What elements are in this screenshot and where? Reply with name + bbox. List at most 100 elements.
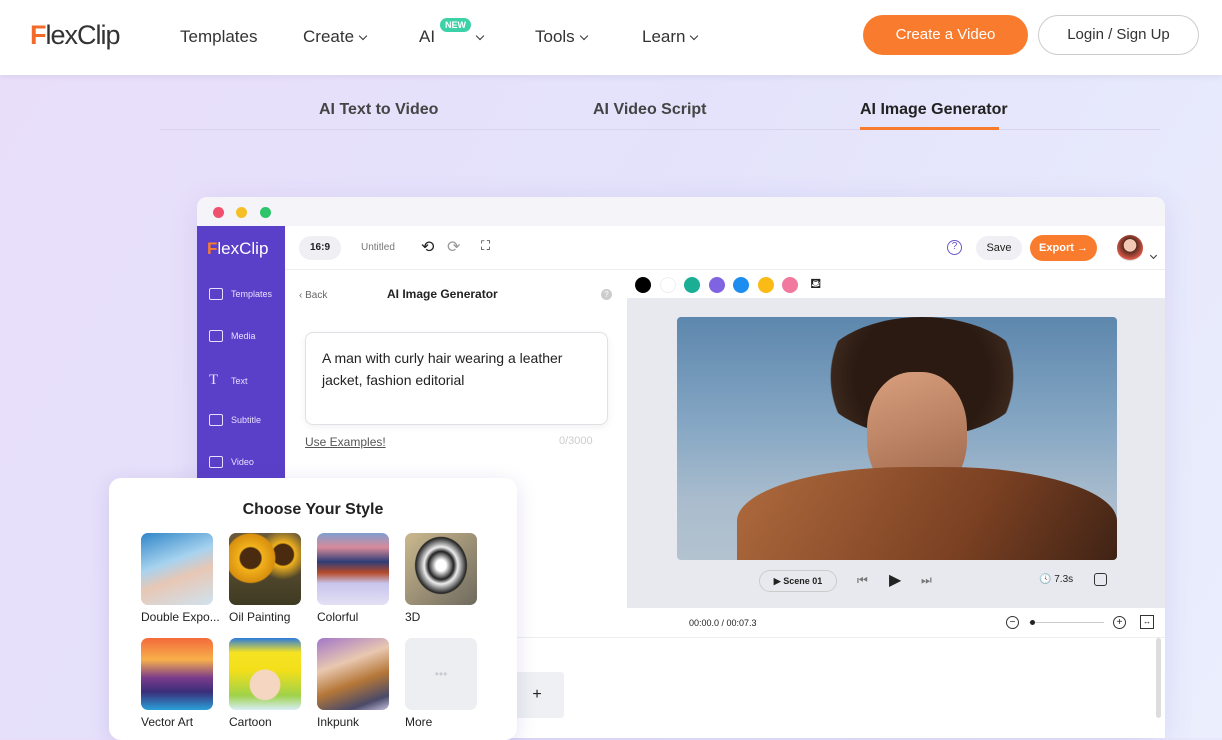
color-palette [627, 270, 1165, 298]
close-dot [213, 207, 224, 218]
style-chooser-title: Choose Your Style [242, 501, 384, 518]
style-label: Colorful [317, 610, 359, 624]
folder-icon [209, 330, 223, 342]
zoom-slider-handle[interactable] [1030, 620, 1035, 625]
next-icon[interactable]: ⏭ [921, 573, 932, 588]
style-label: 3D [405, 610, 421, 624]
flexclip-logo[interactable]: FlexClip [30, 20, 121, 51]
save-button[interactable]: Save [976, 236, 1022, 260]
sidebar-label: Video [231, 457, 254, 467]
color-swatch[interactable] [659, 277, 676, 293]
sidebar-item-media[interactable]: Media [209, 330, 256, 342]
chevron-down-icon [690, 31, 699, 41]
jacket [737, 467, 1117, 560]
chevron-down-icon [475, 31, 485, 41]
style-label: Vector Art [141, 715, 194, 729]
play-icon[interactable]: ▶ [889, 570, 901, 590]
style-option[interactable]: ••• More [405, 638, 485, 729]
timeline-scrollbar[interactable] [1156, 638, 1161, 718]
style-option[interactable]: 3D [405, 533, 485, 624]
more-icon: ••• [405, 638, 477, 710]
style-option[interactable]: Vector Art [141, 638, 221, 729]
minimize-dot [236, 207, 247, 218]
help-icon[interactable]: ? [947, 240, 962, 255]
style-thumbnail [141, 638, 213, 710]
use-examples-link[interactable]: Use Examples! [305, 435, 386, 449]
nav-label: AI [419, 27, 436, 46]
color-swatch[interactable] [757, 277, 774, 293]
style-option[interactable]: Colorful [317, 533, 397, 624]
avatar[interactable] [1117, 235, 1143, 261]
undo-icon[interactable]: ⟲ [421, 237, 434, 257]
window-titlebar [197, 197, 1165, 226]
duration-label: 7.3s [1054, 574, 1074, 585]
editor-sidebar: FlexClip Templates Media T Text Subtitle … [197, 226, 285, 486]
generated-image[interactable] [677, 317, 1117, 560]
tab-ai-image-generator[interactable]: AI Image Generator [860, 101, 1008, 119]
paint-bucket-icon[interactable]: ⛾ [810, 275, 821, 294]
redo-icon[interactable]: ⟳ [447, 237, 460, 257]
sidebar-label: Templates [231, 289, 273, 299]
fullscreen-preview-icon[interactable] [1094, 573, 1107, 586]
sidebar-item-templates[interactable]: Templates [209, 288, 272, 300]
color-swatch[interactable] [708, 277, 725, 293]
prompt-input[interactable]: A man with curly hair wearing a leather … [305, 332, 608, 425]
style-label: Inkpunk [317, 715, 360, 729]
style-option[interactable]: Inkpunk [317, 638, 397, 729]
export-button[interactable]: Export → [1030, 235, 1097, 261]
chevron-down-icon [579, 31, 588, 41]
add-scene-button[interactable]: + [510, 672, 564, 718]
color-swatch[interactable] [635, 277, 651, 293]
back-button[interactable]: ‹ Back [299, 290, 327, 301]
create-video-button[interactable]: Create a Video [863, 15, 1028, 55]
nav-learn[interactable]: Learn [642, 27, 699, 47]
aspect-ratio-button[interactable]: 16:9 [299, 236, 341, 260]
editor-toolbar: 16:9 Untitled ⟲ ⟳ ⛶ ? Save Export → [285, 226, 1165, 270]
nav-templates[interactable]: Templates [180, 27, 257, 47]
login-signup-button[interactable]: Login / Sign Up [1038, 15, 1199, 55]
previous-icon[interactable]: ⏮ [857, 573, 868, 588]
help-icon[interactable]: ? [601, 289, 612, 300]
panel-title: AI Image Generator [387, 287, 498, 301]
scene-label: Scene 01 [783, 576, 823, 586]
color-swatch[interactable] [782, 277, 798, 293]
maximize-dot [260, 207, 271, 218]
sidebar-item-video[interactable]: Video [209, 456, 254, 468]
style-label: Double Expo... [141, 610, 220, 624]
fullscreen-icon[interactable]: ⛶ [481, 238, 490, 254]
sidebar-item-text[interactable]: T Text [209, 372, 248, 389]
nav-tools[interactable]: Tools [535, 27, 588, 47]
style-label: Oil Painting [229, 610, 291, 624]
color-swatch[interactable] [733, 277, 749, 293]
nav-label: Tools [535, 27, 575, 46]
tab-ai-video-script[interactable]: AI Video Script [593, 101, 707, 119]
layers-icon [209, 288, 223, 300]
project-title[interactable]: Untitled [361, 242, 395, 253]
zoom-out-icon[interactable]: − [1006, 616, 1019, 629]
style-option[interactable]: Double Expo... [141, 533, 221, 624]
fit-timeline-icon[interactable]: ↔ [1140, 615, 1154, 629]
clock-icon: 🕓 [1039, 574, 1052, 585]
subtitle-icon [209, 414, 223, 426]
style-label: More [405, 715, 433, 729]
style-chooser: Choose Your Style Double Expo... Oil Pain… [109, 478, 517, 740]
scene-button[interactable]: ▶ Scene 01 [759, 570, 837, 592]
style-option[interactable]: Cartoon [229, 638, 309, 729]
nav-create[interactable]: Create [303, 27, 368, 47]
style-thumbnail [229, 638, 301, 710]
canvas-area: ⛾ ▶ Scene 01 ⏮ ▶ ⏭ 🕓 7.3s [627, 270, 1165, 608]
style-option[interactable]: Oil Painting [229, 533, 309, 624]
style-label: Cartoon [229, 715, 272, 729]
chevron-down-icon [358, 31, 368, 41]
nav-label: Learn [642, 27, 686, 46]
style-thumbnail [229, 533, 301, 605]
nav-label: Create [303, 27, 355, 46]
chevron-down-icon[interactable] [1149, 251, 1158, 260]
tab-ai-text-to-video[interactable]: AI Text to Video [319, 101, 438, 119]
text-icon: T [209, 372, 219, 388]
zoom-in-icon[interactable]: + [1113, 616, 1126, 629]
sidebar-item-subtitle[interactable]: Subtitle [209, 414, 261, 426]
zoom-slider[interactable] [1029, 622, 1104, 623]
color-swatch[interactable] [684, 277, 700, 293]
style-thumbnail [141, 533, 213, 605]
